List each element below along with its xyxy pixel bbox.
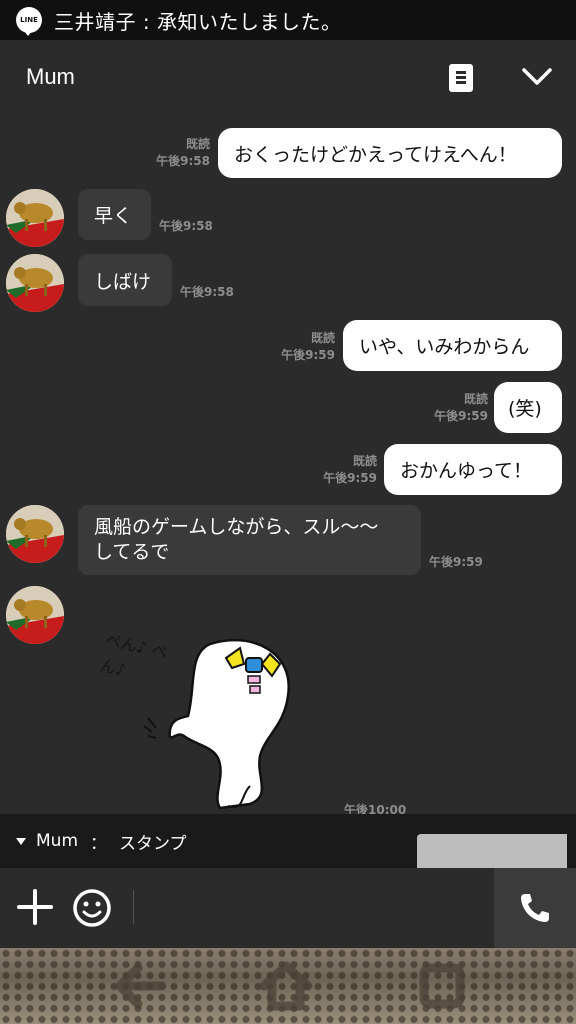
message-meta: 既読 午後9:58 <box>140 136 210 170</box>
incoming-message-bubble[interactable]: しばけ <box>78 254 172 306</box>
phone-icon <box>521 894 549 922</box>
outgoing-message-bubble[interactable]: おかんゆって！ <box>384 444 562 495</box>
read-receipt: 既読 <box>310 331 335 345</box>
chat-header: Mum <box>0 40 576 116</box>
read-receipt: 既読 <box>185 137 210 151</box>
message-input-bar <box>0 868 576 948</box>
message-line: してるで <box>94 541 170 563</box>
message-meta: 既読 午後9:59 <box>418 391 488 425</box>
notes-icon[interactable] <box>449 64 473 92</box>
message-time: 午後9:59 <box>323 471 377 485</box>
message-meta: 既読 午後9:59 <box>307 453 377 487</box>
avatar[interactable] <box>6 586 64 644</box>
call-button[interactable] <box>494 868 576 948</box>
message-time: 午後9:58 <box>159 219 213 233</box>
plus-icon[interactable] <box>16 888 54 926</box>
avatar[interactable] <box>6 189 64 247</box>
avatar[interactable] <box>6 254 64 312</box>
line-app-icon: LINE <box>16 7 42 36</box>
sticker[interactable]: ぺん♪ ぺん♪ <box>98 626 300 814</box>
preview-sender: Mum <box>36 831 79 851</box>
preview-separator: ： <box>90 833 108 854</box>
recents-icon[interactable] <box>410 956 474 1016</box>
incoming-message-bubble[interactable]: 風船のゲームしながら、スル〜〜 してるで <box>78 505 421 575</box>
message-time: 午後9:59 <box>434 409 488 423</box>
read-receipt: 既読 <box>352 454 377 468</box>
outgoing-message-bubble[interactable]: (笑) <box>494 382 562 433</box>
triangle-down-icon <box>16 837 26 845</box>
incoming-message-bubble[interactable]: 早く <box>78 189 151 240</box>
input-divider <box>133 890 134 924</box>
preview-text: スタンプ <box>119 833 187 854</box>
chevron-down-icon[interactable] <box>522 66 552 88</box>
message-line: 風船のゲームしながら、スル〜〜 <box>94 516 379 538</box>
message-text-input[interactable] <box>140 878 480 938</box>
message-time: 午後9:58 <box>156 154 210 168</box>
smiley-icon[interactable] <box>72 888 112 928</box>
ghost-sticker-icon <box>143 638 290 810</box>
message-time: 午後9:59 <box>281 348 335 362</box>
message-meta: 既読 午後9:59 <box>265 330 335 364</box>
avatar[interactable] <box>6 505 64 563</box>
notification-text: 三井靖子 : 承知いたしました。 <box>54 9 342 34</box>
read-receipt: 既読 <box>463 392 488 406</box>
message-time: 午後10:00 <box>344 803 407 814</box>
outgoing-message-bubble[interactable]: おくったけどかえってけえへん！ <box>218 128 562 178</box>
message-time: 午後9:58 <box>180 285 234 299</box>
notification-bar[interactable]: LINE 三井靖子 : 承知いたしました。 <box>0 0 576 40</box>
message-time: 午後9:59 <box>429 555 483 569</box>
system-navigation-bar <box>0 948 576 1024</box>
chat-area[interactable]: 既読 午後9:58 おくったけどかえってけえへん！ 早く 午後9:58 しばけ … <box>0 116 576 814</box>
back-arrow-icon[interactable] <box>108 956 172 1016</box>
home-icon[interactable] <box>254 956 318 1016</box>
chat-title: Mum <box>26 64 75 89</box>
outgoing-message-bubble[interactable]: いや、いみわからん <box>343 320 562 371</box>
sticker-preview-thumbnail[interactable] <box>417 834 567 868</box>
